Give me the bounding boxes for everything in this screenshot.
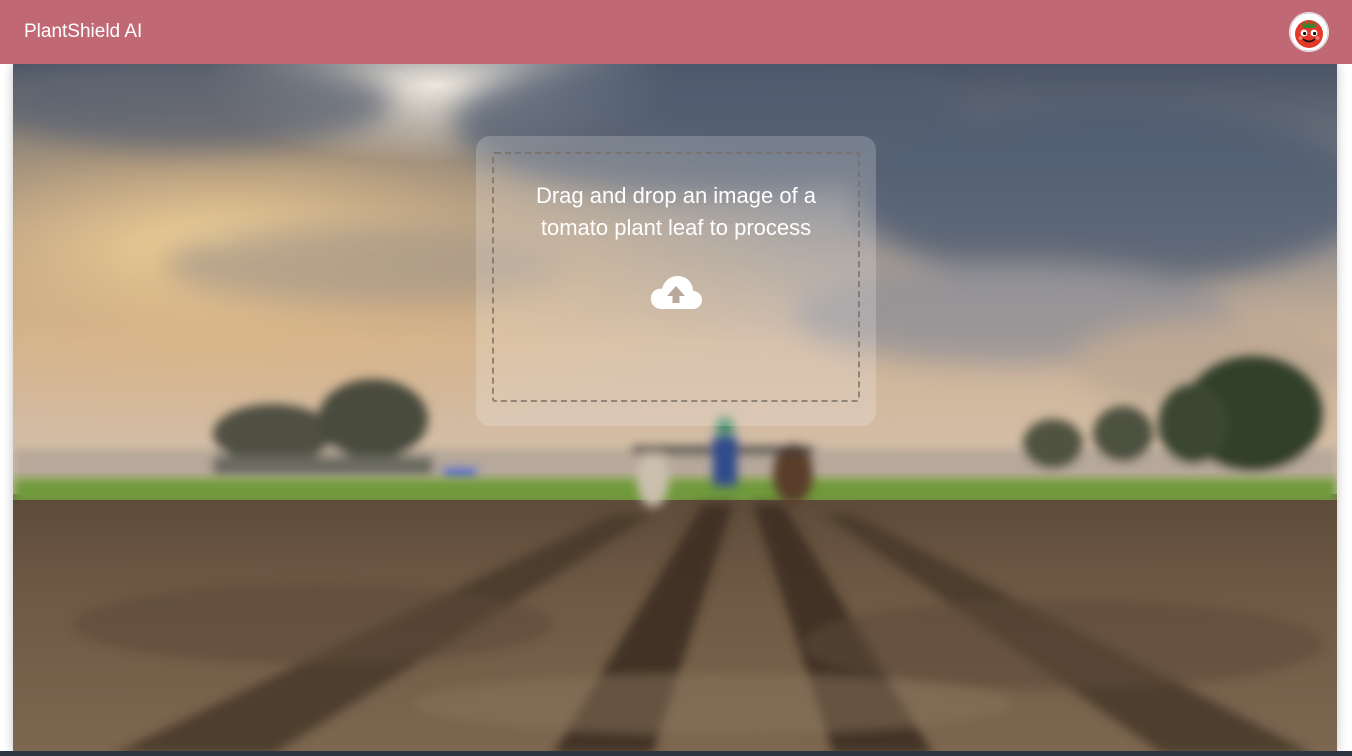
tomato-mascot-icon[interactable] bbox=[1289, 12, 1329, 52]
upload-card: Drag and drop an image of a tomato plant… bbox=[476, 136, 876, 426]
app-title: PlantShield AI bbox=[24, 21, 143, 42]
image-drop-zone[interactable]: Drag and drop an image of a tomato plant… bbox=[492, 152, 860, 402]
bottom-edge-bar bbox=[0, 751, 1352, 756]
cloud-upload-icon bbox=[650, 276, 702, 309]
app-header: PlantShield AI bbox=[0, 0, 1352, 64]
drop-instructions: Drag and drop an image of a tomato plant… bbox=[535, 183, 817, 240]
